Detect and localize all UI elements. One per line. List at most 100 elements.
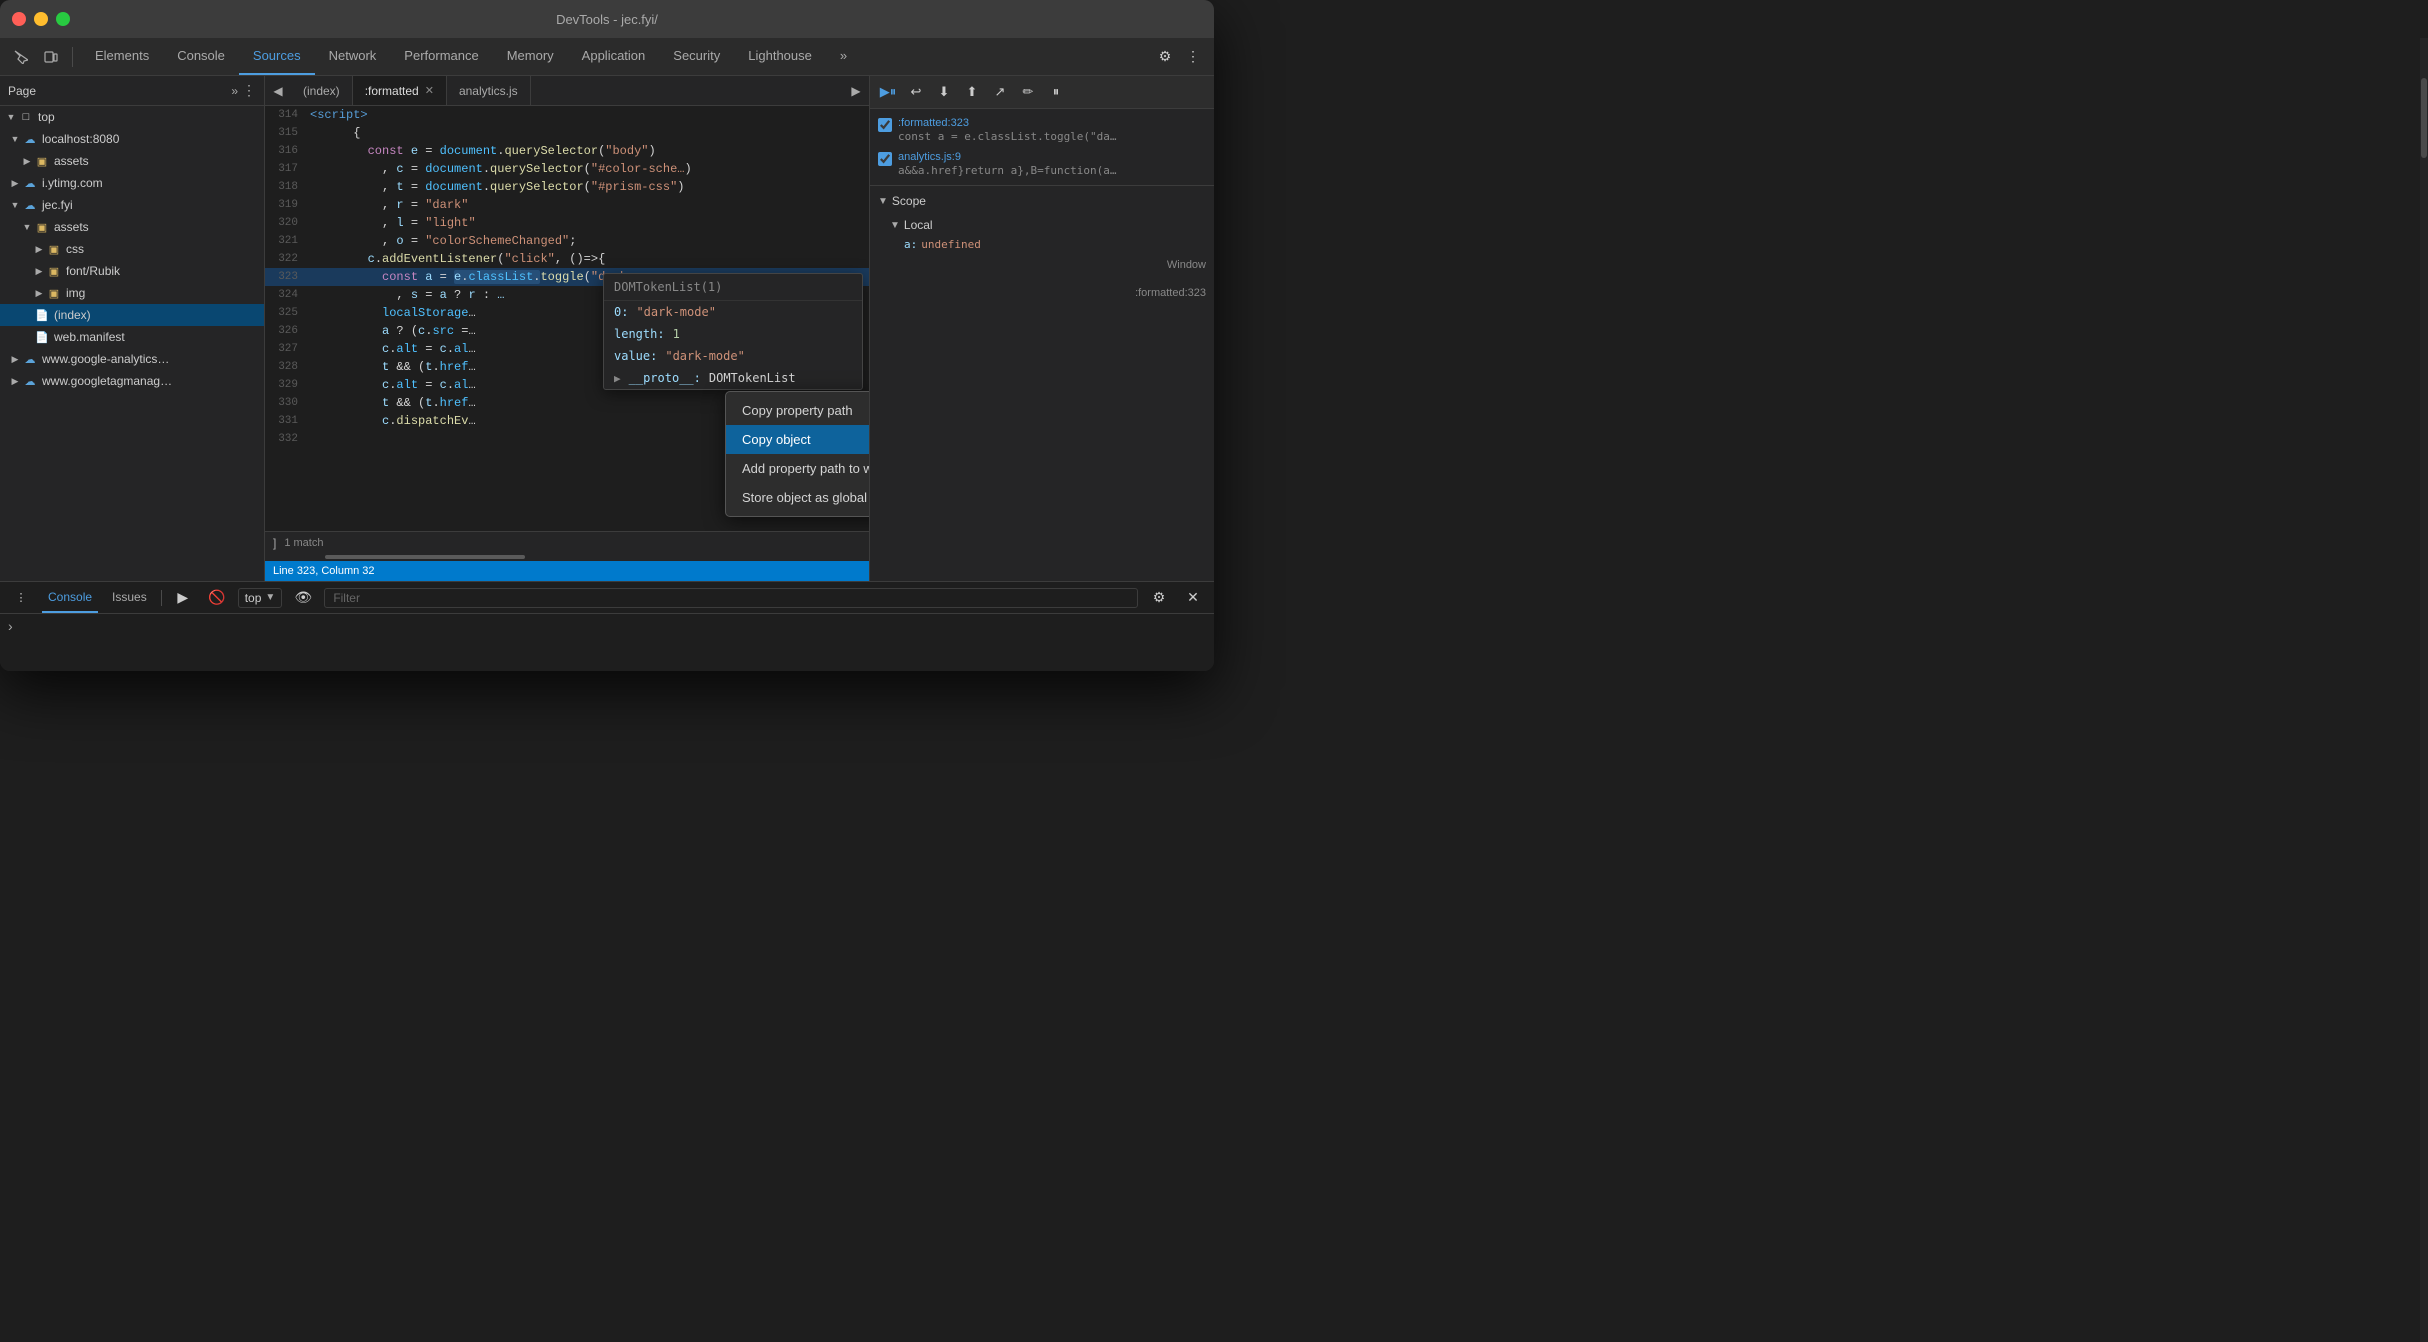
- arrow-css: ▶: [32, 242, 46, 256]
- code-line-318: 318 , t = document.querySelector("#prism…: [265, 178, 869, 196]
- console-prompt[interactable]: ›: [8, 618, 1206, 634]
- tab-elements[interactable]: Elements: [81, 38, 163, 75]
- sidebar-more-icon[interactable]: »: [231, 84, 238, 98]
- domtoken-row-proto[interactable]: ▶ __proto__: DOMTokenList: [604, 367, 862, 389]
- step-out-btn[interactable]: ⬆: [960, 80, 984, 104]
- local-scope-header[interactable]: ▼ Local: [890, 214, 1206, 236]
- tree-label-jec: jec.fyi: [42, 198, 73, 212]
- tab-security[interactable]: Security: [659, 38, 734, 75]
- breakpoint-2-checkbox[interactable]: [878, 152, 892, 166]
- console-tab[interactable]: Console: [42, 582, 98, 613]
- context-add-watch[interactable]: Add property path to watch: [726, 454, 869, 483]
- expand-proto-icon[interactable]: ▶: [614, 372, 621, 385]
- tree-item-jec[interactable]: ▼ ☁ jec.fyi: [0, 194, 264, 216]
- breakpoint-2-content: analytics.js:9 a&&a.href}return a},B=fun…: [898, 151, 1206, 177]
- editor-tab-analytics[interactable]: analytics.js: [447, 76, 531, 105]
- code-line-322: 322 c.addEventListener("click", ()=>{: [265, 250, 869, 268]
- context-copy-path[interactable]: Copy property path: [726, 396, 869, 425]
- maximize-button[interactable]: [56, 12, 70, 26]
- tree-label-localhost: localhost:8080: [42, 132, 119, 146]
- pause-on-exception-btn[interactable]: ⏸: [1044, 80, 1068, 104]
- editor-tab-index[interactable]: (index): [291, 76, 353, 105]
- tree-label-gtm: www.googletagmanag…: [42, 374, 172, 388]
- tab-close-formatted[interactable]: ✕: [425, 84, 434, 97]
- search-bracket-icon: ]: [273, 536, 276, 550]
- editor-nav-next[interactable]: ▶: [843, 78, 869, 104]
- devtools-tab-bar: Elements Console Sources Network Perform…: [81, 38, 1148, 75]
- tab-application[interactable]: Application: [568, 38, 660, 75]
- folder-icon: □: [18, 109, 34, 125]
- editor-nav-prev[interactable]: ◀: [265, 78, 291, 104]
- resume-btn[interactable]: ▶⏸: [876, 80, 900, 104]
- console-more-icon[interactable]: ⋮: [8, 585, 34, 611]
- console-settings-btn[interactable]: ⚙: [1146, 585, 1172, 611]
- tree-item-index[interactable]: ▶ 📄 (index): [0, 304, 264, 326]
- console-run-btn[interactable]: ▶: [170, 585, 196, 611]
- tree-item-localhost[interactable]: ▼ ☁ localhost:8080: [0, 128, 264, 150]
- tree-label-ytimg: i.ytimg.com: [42, 176, 103, 190]
- editor-main-area: 314 <script> 315 { 316 const e = documen…: [265, 106, 869, 531]
- code-line-319: 319 , r = "dark": [265, 196, 869, 214]
- tree-item-css[interactable]: ▶ ▣ css: [0, 238, 264, 260]
- settings-icon[interactable]: ⚙: [1152, 44, 1178, 70]
- folder-icon-assets-lh: ▣: [34, 153, 50, 169]
- sidebar-menu-icon[interactable]: ⋮: [242, 82, 256, 99]
- tab-memory[interactable]: Memory: [493, 38, 568, 75]
- scope-var-a: a: undefined: [904, 236, 1206, 253]
- code-line-321: 321 , o = "colorSchemeChanged";: [265, 232, 869, 250]
- step-into-btn[interactable]: ⬇: [932, 80, 956, 104]
- close-button[interactable]: [12, 12, 26, 26]
- editor-horizontal-scrollbar[interactable]: [265, 553, 869, 561]
- arrow-ga: ▶: [8, 352, 22, 366]
- tree-item-gtm[interactable]: ▶ ☁ www.googletagmanag…: [0, 370, 264, 392]
- step-btn[interactable]: ↗: [988, 80, 1012, 104]
- close-console-btn[interactable]: ✕: [1180, 585, 1206, 611]
- tree-item-ytimg[interactable]: ▶ ☁ i.ytimg.com: [0, 172, 264, 194]
- context-selector[interactable]: top ▼: [238, 588, 283, 608]
- minimize-button[interactable]: [34, 12, 48, 26]
- deactivate-breakpoints-btn[interactable]: ✏: [1016, 80, 1040, 104]
- editor-tab-formatted[interactable]: :formatted ✕: [353, 76, 447, 105]
- console-content: ›: [0, 614, 1214, 671]
- console-clear-btn[interactable]: 🚫: [204, 585, 230, 611]
- console-eye-btn[interactable]: 👁: [290, 585, 316, 611]
- tree-item-top[interactable]: ▼ □ top: [0, 106, 264, 128]
- step-over-btn[interactable]: ↩: [904, 80, 928, 104]
- file-icon-manifest: 📄: [34, 329, 50, 345]
- tree-item-assets-jec[interactable]: ▼ ▣ assets: [0, 216, 264, 238]
- console-area: ⋮ Console Issues ▶ 🚫 top ▼ 👁: [0, 581, 1214, 671]
- tab-performance[interactable]: Performance: [390, 38, 492, 75]
- tab-sources[interactable]: Sources: [239, 38, 315, 75]
- editor-tab-bar: ◀ (index) :formatted ✕ analytics.js ▶: [265, 76, 869, 106]
- tab-console[interactable]: Console: [163, 38, 239, 75]
- breakpoint-1-checkbox[interactable]: [878, 118, 892, 132]
- tree-item-assets-lh[interactable]: ▶ ▣ assets: [0, 150, 264, 172]
- device-toolbar-icon[interactable]: [38, 44, 64, 70]
- debug-right-ref: :formatted:323: [870, 279, 1214, 307]
- debug-panel: ▶⏸ ↩ ⬇ ⬆ ↗ ✏ ⏸ :formatted:323: [869, 76, 1214, 581]
- tab-label-formatted: :formatted: [365, 84, 419, 98]
- console-filter-input[interactable]: [324, 588, 1138, 608]
- arrow-jec: ▼: [8, 198, 22, 212]
- more-options-icon[interactable]: ⋮: [1180, 44, 1206, 70]
- context-store-global[interactable]: Store object as global variable: [726, 483, 869, 512]
- tree-item-font[interactable]: ▶ ▣ font/Rubik: [0, 260, 264, 282]
- tab-more[interactable]: »: [826, 38, 861, 75]
- devtools-window: DevTools - jec.fyi/ Elements: [0, 0, 1214, 671]
- breakpoint-1-content: :formatted:323 const a = e.classList.tog…: [898, 117, 1206, 143]
- scope-section: ▼ Scope ▼ Local a: undefined: [870, 185, 1214, 279]
- tab-lighthouse[interactable]: Lighthouse: [734, 38, 826, 75]
- tree-item-img[interactable]: ▶ ▣ img: [0, 282, 264, 304]
- tab-network[interactable]: Network: [315, 38, 391, 75]
- domtoken-popup: DOMTokenList(1) 0: "dark-mode" length: 1…: [603, 273, 863, 390]
- tree-label-index: (index): [54, 308, 91, 322]
- breakpoint-1: :formatted:323 const a = e.classList.tog…: [870, 113, 1214, 147]
- inspector-icon[interactable]: [8, 44, 34, 70]
- context-copy-object[interactable]: Copy object: [726, 425, 869, 454]
- tree-item-ga[interactable]: ▶ ☁ www.google-analytics…: [0, 348, 264, 370]
- scope-header[interactable]: ▼ Scope: [870, 190, 1214, 212]
- tree-item-manifest[interactable]: ▶ 📄 web.manifest: [0, 326, 264, 348]
- issues-tab[interactable]: Issues: [106, 582, 153, 613]
- window-title: DevTools - jec.fyi/: [556, 12, 658, 27]
- scrollbar-thumb[interactable]: [325, 555, 525, 559]
